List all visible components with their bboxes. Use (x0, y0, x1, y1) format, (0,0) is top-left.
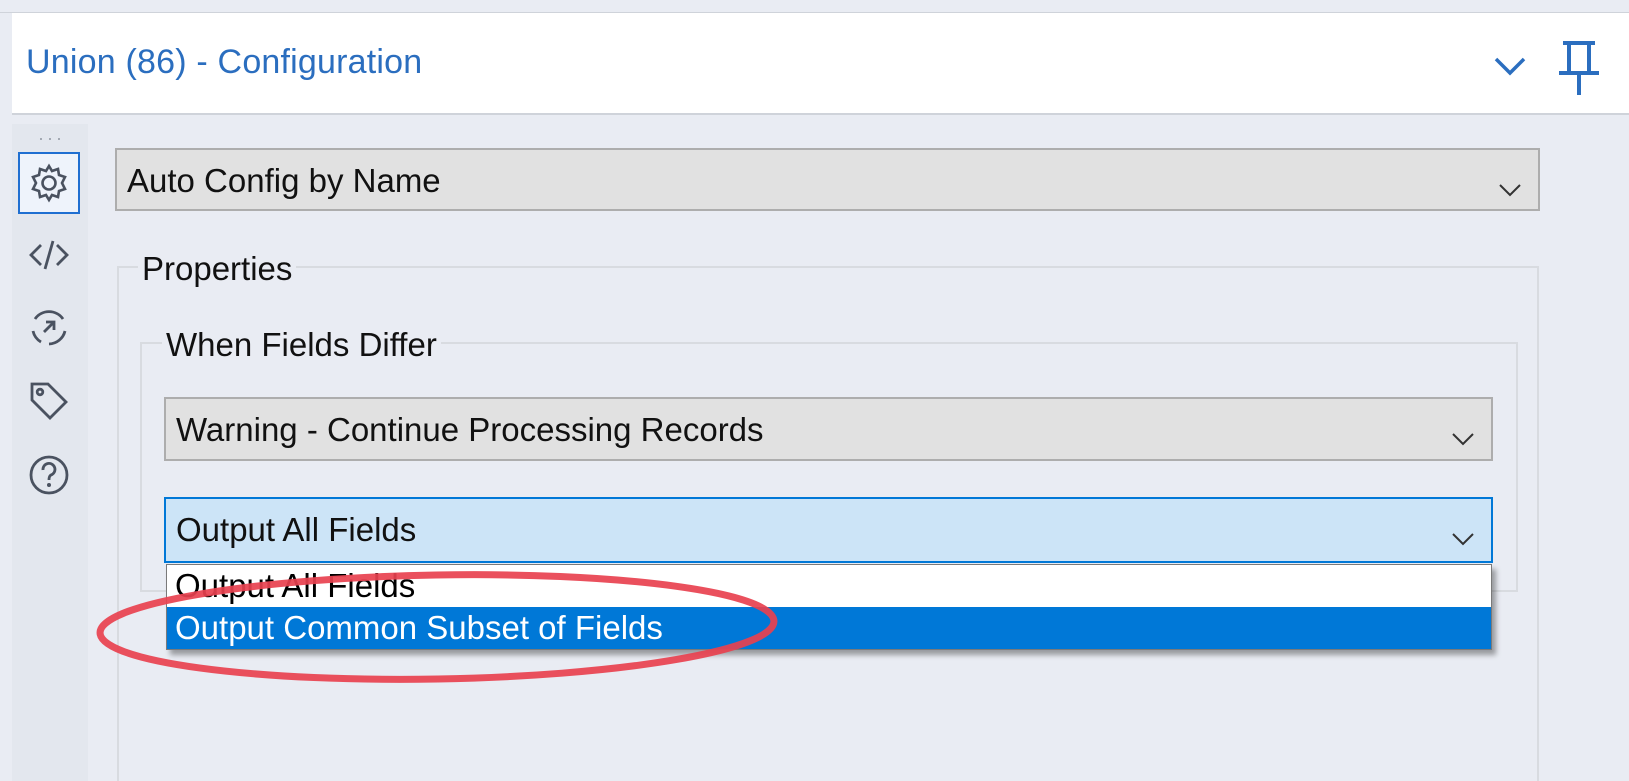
pin-icon[interactable] (1555, 37, 1603, 101)
gear-icon[interactable] (18, 152, 80, 214)
code-icon[interactable] (18, 224, 80, 286)
dropdown-option-output-common-subset[interactable]: Output Common Subset of Fields (167, 607, 1491, 649)
help-icon[interactable] (18, 444, 80, 506)
tag-icon[interactable] (18, 370, 80, 432)
output-fields-select[interactable]: Output All Fields (164, 497, 1493, 563)
configuration-header: Union (86) - Configuration (12, 13, 1629, 115)
config-mode-value: Auto Config by Name (127, 162, 441, 199)
panel-title: Union (86) - Configuration (26, 43, 423, 81)
dropdown-option-output-all-fields[interactable]: Output All Fields (167, 565, 1491, 607)
chevron-down-icon (1449, 519, 1477, 546)
field-difference-action-select[interactable]: Warning - Continue Processing Records (164, 397, 1493, 461)
when-fields-differ-label: When Fields Differ (162, 326, 441, 364)
chevron-down-icon (1496, 170, 1524, 197)
properties-label: Properties (138, 250, 297, 288)
rotate-icon[interactable] (18, 296, 80, 358)
output-fields-value: Output All Fields (176, 511, 417, 548)
output-fields-dropdown-list: Output All Fields Output Common Subset o… (166, 564, 1492, 650)
chevron-down-icon (1449, 419, 1477, 446)
more-dots-icon[interactable]: ··· (38, 129, 65, 147)
config-mode-select[interactable]: Auto Config by Name (115, 148, 1540, 211)
chevron-down-icon[interactable] (1490, 47, 1530, 83)
window-top-strip (0, 0, 1629, 13)
field-difference-action-value: Warning - Continue Processing Records (176, 411, 764, 448)
